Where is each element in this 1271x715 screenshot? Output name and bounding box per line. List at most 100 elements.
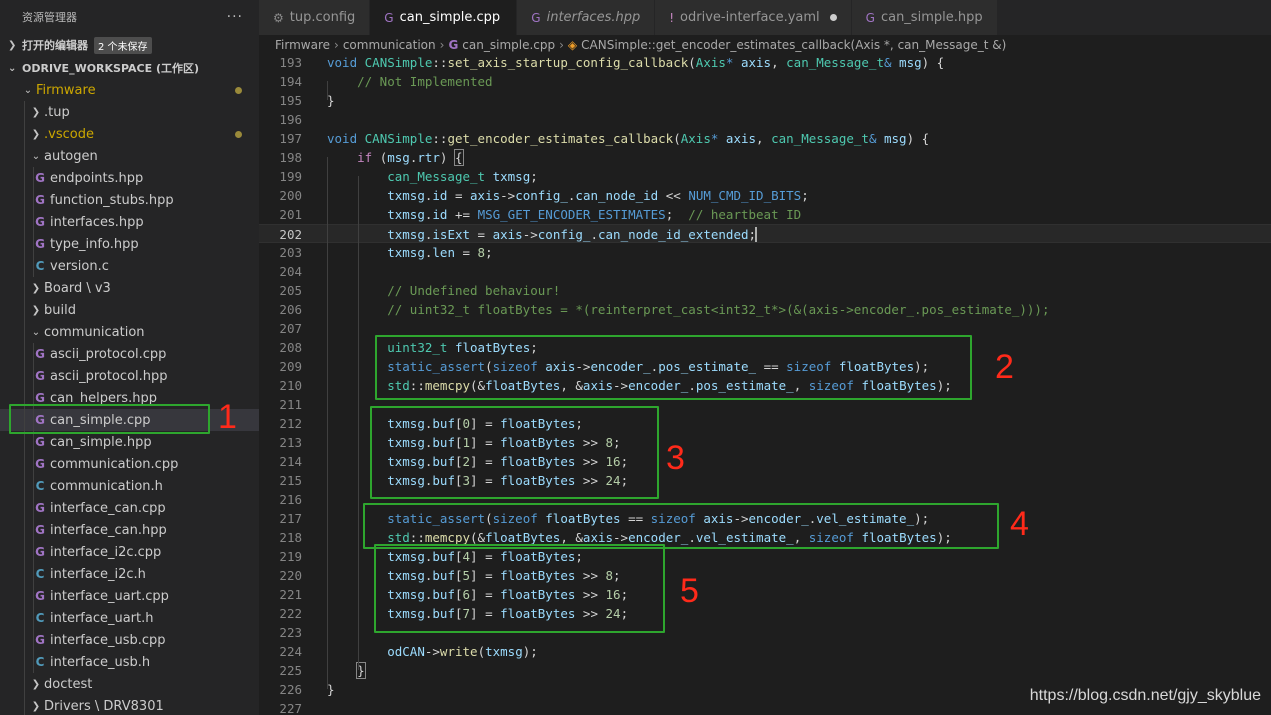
- watermark: https://blog.csdn.net/gjy_skyblue: [1029, 687, 1261, 704]
- code-line[interactable]: 225 }: [259, 661, 1271, 680]
- explorer-header: 资源管理器 ···: [0, 0, 259, 34]
- breadcrumb-item[interactable]: communication: [343, 38, 436, 52]
- folder-item[interactable]: ⌄ Firmware: [0, 79, 259, 101]
- workspace-label: ODRIVE_WORKSPACE (工作区): [22, 62, 200, 75]
- code-line[interactable]: 205 // Undefined behaviour!: [259, 281, 1271, 300]
- line-number: 203: [279, 245, 302, 260]
- modified-dot-icon: [235, 131, 242, 138]
- line-number: 205: [279, 283, 302, 298]
- file-item[interactable]: Gfunction_stubs.hpp: [0, 189, 259, 211]
- editor-tab[interactable]: Gcan_simple.cpp: [370, 0, 518, 35]
- file-item[interactable]: Gascii_protocol.cpp: [0, 343, 259, 365]
- line-number: 195: [279, 93, 302, 108]
- tree-indent-guide: [24, 607, 25, 629]
- code-text: // Undefined behaviour!: [387, 283, 561, 298]
- file-item[interactable]: Gtype_info.hpp: [0, 233, 259, 255]
- tree-item-label: interface_can.hpp: [50, 522, 167, 538]
- code-line[interactable]: 202 txmsg.isExt = axis->config_.can_node…: [259, 224, 1271, 243]
- code-line[interactable]: 201 txmsg.id += MSG_GET_ENCODER_ESTIMATE…: [259, 205, 1271, 224]
- breadcrumb-symbol[interactable]: CANSimple::get_encoder_estimates_callbac…: [581, 38, 1006, 52]
- tree-indent-guide: [33, 585, 34, 607]
- file-item[interactable]: Cinterface_usb.h: [0, 651, 259, 673]
- chevron-down-icon: ⌄: [31, 326, 41, 338]
- file-item[interactable]: Ginterface_can.hpp: [0, 519, 259, 541]
- code-text: }: [327, 93, 335, 108]
- tree-item-label: doctest: [44, 676, 93, 692]
- code-line[interactable]: 197 void CANSimple::get_encoder_estimates…: [259, 129, 1271, 148]
- tree-indent-guide: [33, 255, 34, 277]
- folder-item[interactable]: ⌄ autogen: [0, 145, 259, 167]
- file-item[interactable]: Ginterfaces.hpp: [0, 211, 259, 233]
- line-number: 223: [279, 625, 302, 640]
- tree-indent-guide: [24, 497, 25, 519]
- code-text: if (msg.rtr) {: [357, 149, 464, 166]
- editor-tab[interactable]: ! odrive-interface.yaml: [655, 0, 852, 35]
- code-text: txmsg.isExt = axis->config_.can_node_id_…: [387, 227, 758, 242]
- cpp-file-icon: G: [35, 347, 45, 361]
- file-tree: ⌄ Firmware ❯ .tup ❯ .vscode ⌄ autogen Gendpoints…: [0, 79, 259, 715]
- tree-indent-guide: [33, 167, 34, 189]
- code-line[interactable]: 196: [259, 110, 1271, 129]
- line-number: 208: [279, 340, 302, 355]
- code-line[interactable]: 193 void CANSimple::set_axis_startup_conf…: [259, 55, 1271, 72]
- folder-item[interactable]: ❯ Drivers \ DRV8301: [0, 695, 259, 715]
- breadcrumb-item[interactable]: can_simple.cpp: [462, 38, 555, 52]
- tree-indent-guide: [24, 453, 25, 475]
- breadcrumb-item[interactable]: Firmware: [275, 38, 330, 52]
- folder-item[interactable]: ❯ .vscode: [0, 123, 259, 145]
- editor-tabs: ⚙ tup.config Gcan_simple.cpp Ginterfaces.hp…: [259, 0, 1271, 35]
- folder-item[interactable]: ❯ doctest: [0, 673, 259, 695]
- file-item[interactable]: Gcommunication.cpp: [0, 453, 259, 475]
- tree-item-label: interface_i2c.h: [50, 566, 146, 582]
- c-file-icon: C: [35, 567, 45, 581]
- tree-indent-guide: [24, 431, 25, 453]
- file-item[interactable]: Ginterface_can.cpp: [0, 497, 259, 519]
- code-line[interactable]: 203 txmsg.len = 8;: [259, 243, 1271, 262]
- file-item[interactable]: Cversion.c: [0, 255, 259, 277]
- file-item[interactable]: Ginterface_usb.cpp: [0, 629, 259, 651]
- editor-tab[interactable]: ⚙ tup.config: [259, 0, 371, 35]
- gear-icon: ⚙: [273, 10, 284, 25]
- file-item[interactable]: Gendpoints.hpp: [0, 167, 259, 189]
- line-number: 193: [279, 55, 302, 70]
- file-item[interactable]: Gascii_protocol.hpp: [0, 365, 259, 387]
- chevron-right-icon: ›: [334, 38, 339, 52]
- file-item[interactable]: Cinterface_uart.h: [0, 607, 259, 629]
- file-item[interactable]: Ginterface_i2c.cpp: [0, 541, 259, 563]
- tree-item-label: interface_usb.cpp: [50, 632, 166, 648]
- folder-item[interactable]: ❯ build: [0, 299, 259, 321]
- tree-indent-guide: [24, 365, 25, 387]
- editor-tab[interactable]: Ginterfaces.hpp: [517, 0, 656, 35]
- code-line[interactable]: 200 txmsg.id = axis->config_.can_node_id…: [259, 186, 1271, 205]
- code-editor[interactable]: 193 void CANSimple::set_axis_startup_conf…: [259, 55, 1271, 715]
- code-line[interactable]: 194 // Not Implemented: [259, 72, 1271, 91]
- code-line[interactable]: 199 can_Message_t txmsg;: [259, 167, 1271, 186]
- folder-item[interactable]: ⌄ communication: [0, 321, 259, 343]
- explorer-title: 资源管理器: [22, 11, 77, 24]
- unsaved-dot-icon[interactable]: [829, 14, 837, 21]
- line-number: 206: [279, 302, 302, 317]
- editor-tab[interactable]: Gcan_simple.hpp: [851, 0, 998, 35]
- file-item[interactable]: Cinterface_i2c.h: [0, 563, 259, 585]
- open-editors-section[interactable]: ❯ 打开的编辑器 2 个未保存: [0, 34, 259, 56]
- tree-indent-guide: [24, 673, 25, 695]
- code-line[interactable]: 198 if (msg.rtr) {: [259, 148, 1271, 167]
- file-item[interactable]: Ginterface_uart.cpp: [0, 585, 259, 607]
- code-line[interactable]: 224 odCAN->write(txmsg);: [259, 642, 1271, 661]
- folder-item[interactable]: ❯ Board \ v3: [0, 277, 259, 299]
- code-line[interactable]: 195}: [259, 91, 1271, 110]
- tree-indent-guide: [33, 211, 34, 233]
- cpp-file-icon: G: [35, 589, 45, 603]
- workspace-section[interactable]: ⌄ ODRIVE_WORKSPACE (工作区): [0, 57, 259, 79]
- code-line[interactable]: 204: [259, 262, 1271, 281]
- ellipsis-icon[interactable]: ···: [227, 9, 243, 25]
- tree-item-label: version.c: [50, 258, 109, 274]
- code-text: void CANSimple::get_encoder_estimates_ca…: [327, 131, 930, 146]
- folder-item[interactable]: ❯ .tup: [0, 101, 259, 123]
- line-number: 207: [279, 321, 302, 336]
- c-file-icon: C: [35, 259, 45, 273]
- c-file-icon: C: [35, 611, 45, 625]
- file-item[interactable]: Ccommunication.h: [0, 475, 259, 497]
- code-line[interactable]: 206 // uint32_t floatBytes = *(reinterpr…: [259, 300, 1271, 319]
- line-number: 217: [279, 511, 302, 526]
